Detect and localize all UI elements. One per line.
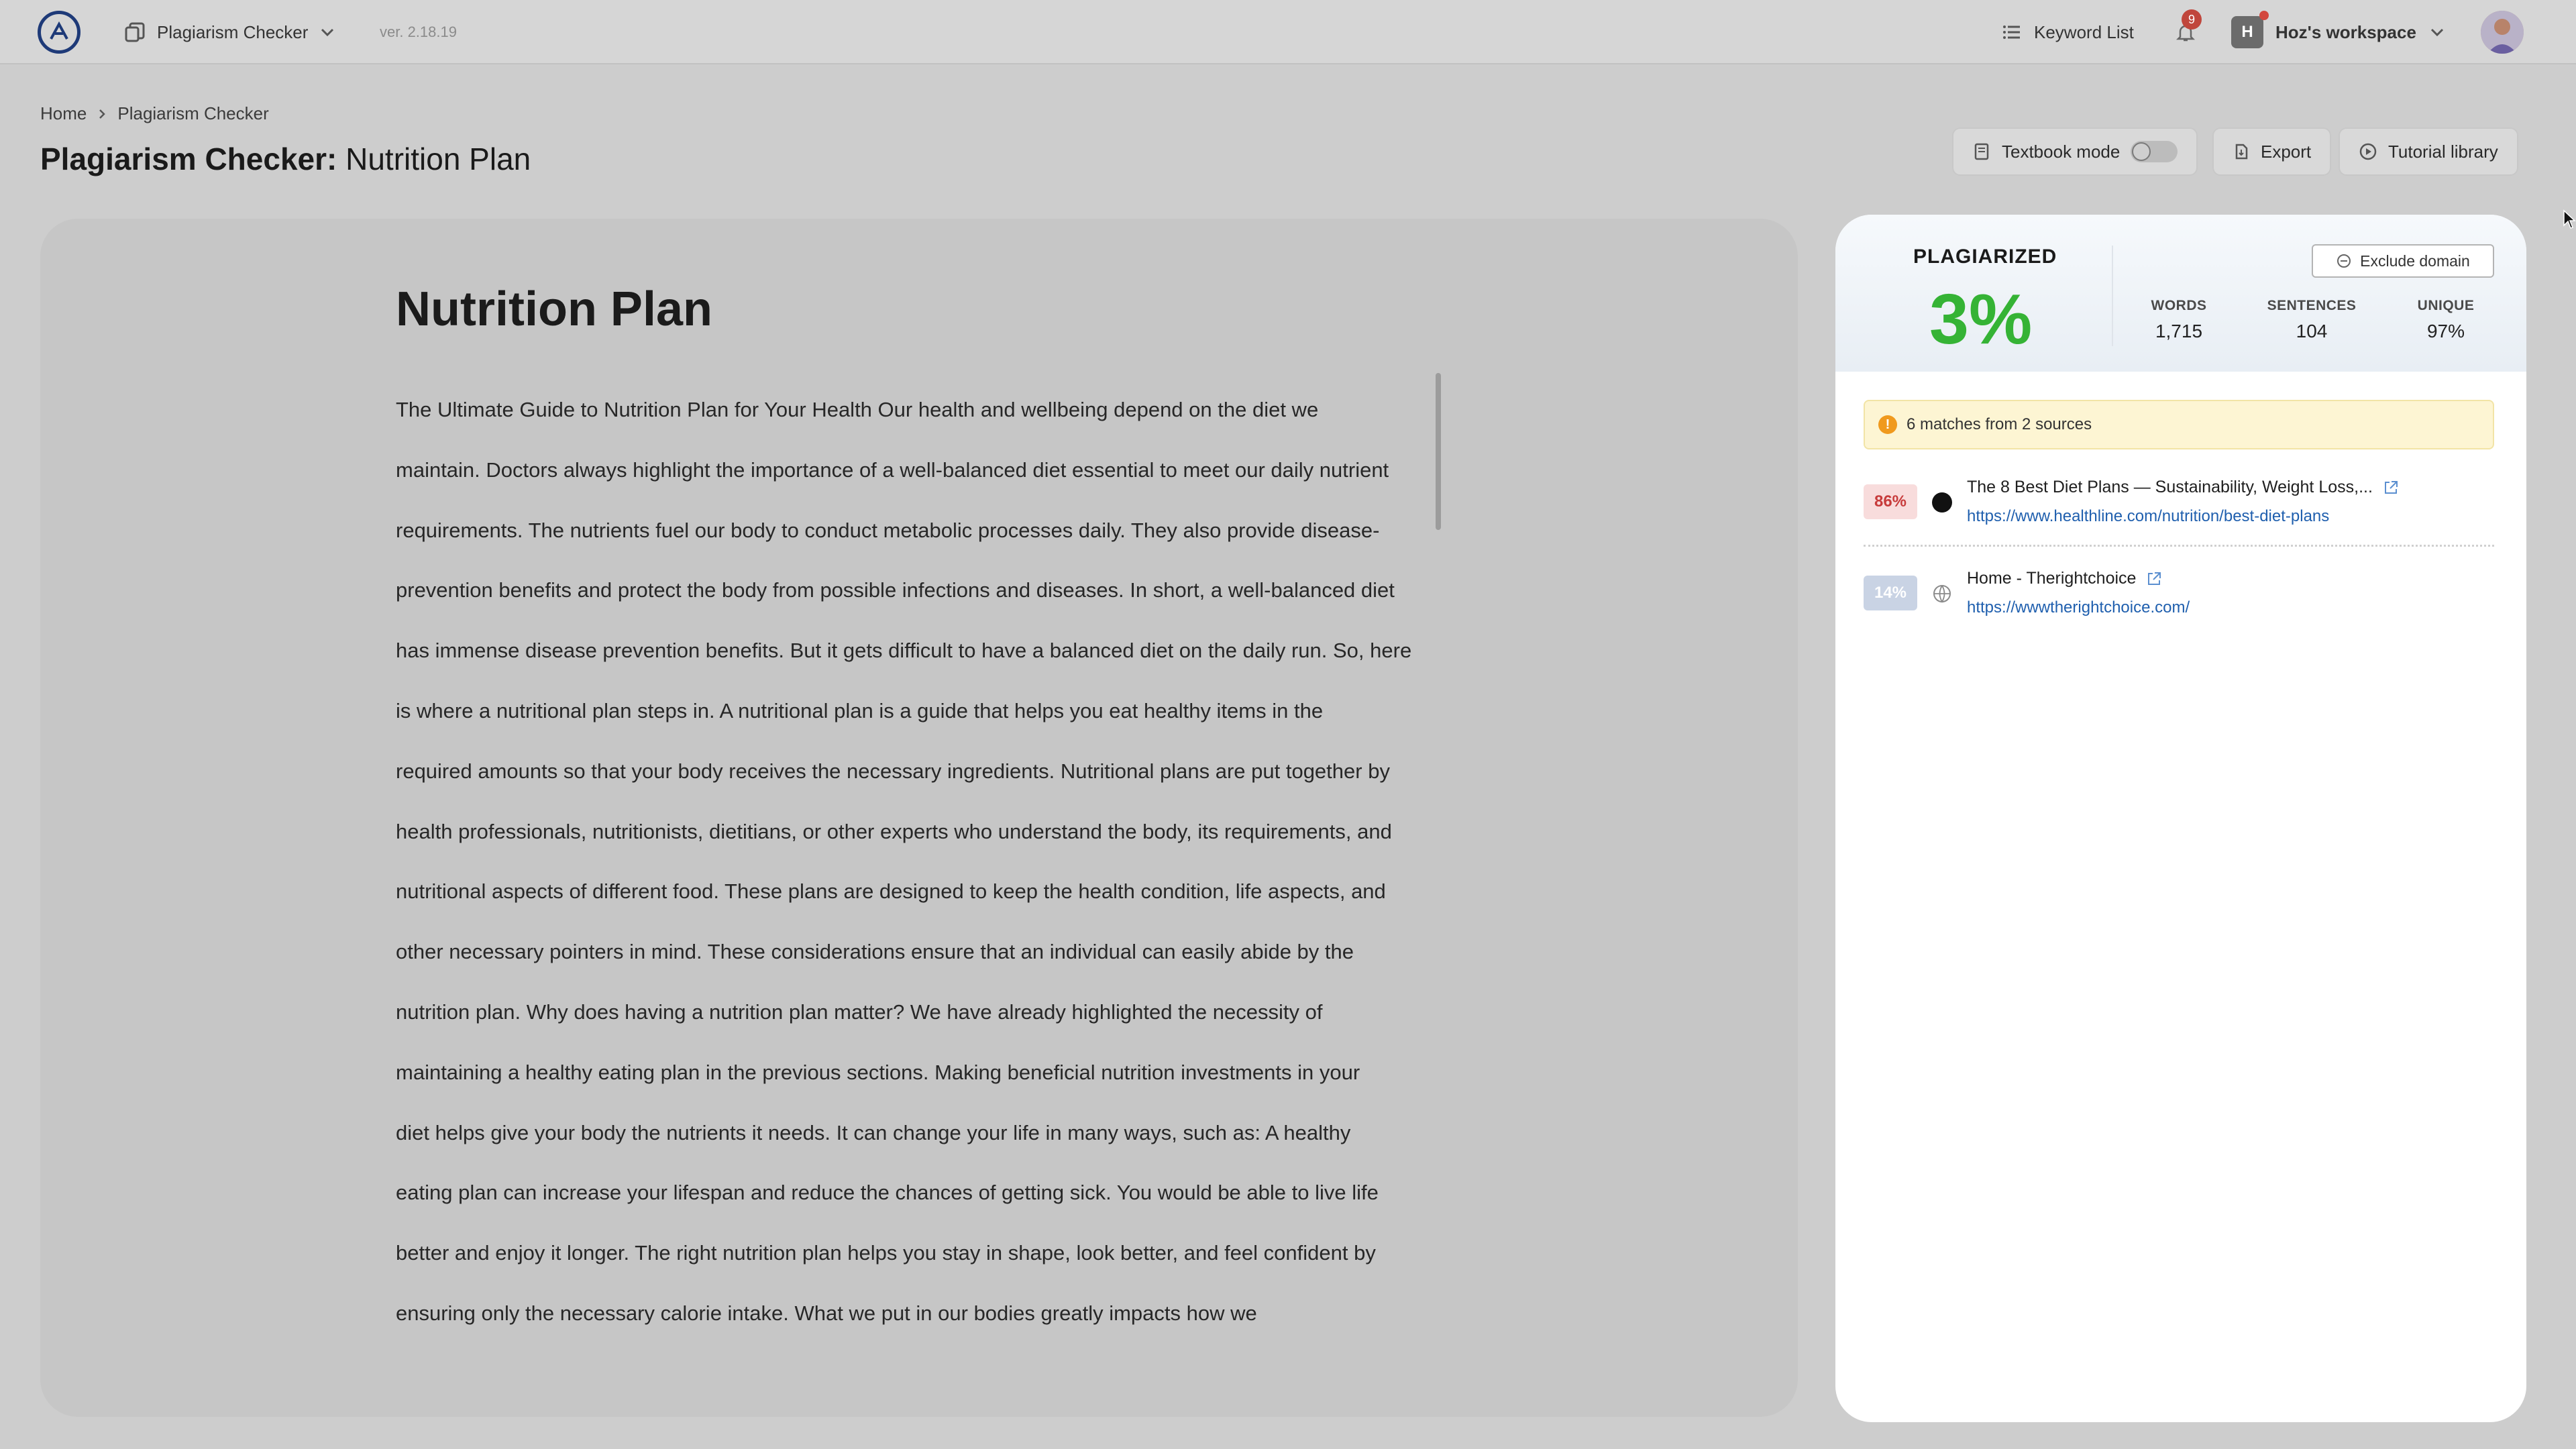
user-avatar[interactable] [2481,11,2524,54]
export-icon [2235,144,2248,160]
workspace-selector[interactable]: H Hoz's workspace [2231,0,2446,64]
tutorial-library-label: Tutorial library [2388,141,2498,162]
plagiarism-checker-icon [125,22,145,42]
unique-value: 97% [2426,321,2465,341]
document-line: required amounts so that your body recei… [396,759,1390,783]
matches-summary-text: 6 matches from 2 sources [1907,415,2092,433]
chevron-down-icon [2430,28,2443,37]
unique-label: UNIQUE [2417,298,2475,313]
document-line: other necessary pointers in mind. These … [396,940,1354,964]
version-label: ver. 2.18.19 [380,23,457,40]
document-line: diet helps give your body the nutrients … [396,1120,1351,1144]
page-title: Plagiarism Checker: Nutrition Plan [40,141,531,177]
sentences-stat: SENTENCES 104 [2265,298,2359,342]
notifications-button[interactable] [2171,0,2200,64]
mouse-cursor-icon [2563,209,2576,229]
words-value: 1,715 [2155,321,2203,341]
document-line: prevention benefits and protect the body… [396,578,1395,602]
keyword-list-label: Keyword List [2034,21,2134,42]
chevron-right-icon [99,109,106,119]
source-title[interactable]: The 8 Best Diet Plans — Sustainability, … [1967,478,2400,497]
workspace-status-dot [2259,11,2269,20]
document-line: requirements. The nutrients fuel our bod… [396,518,1380,542]
workspace-initial: H [2241,23,2253,41]
document-line: health professionals, nutritionists, die… [396,819,1392,843]
page-title-prefix: Plagiarism Checker: [40,142,337,176]
results-summary: PLAGIARIZED 3% WORDS 1,715 SENTENCES 104… [1835,215,2526,372]
healthline-favicon-icon [1932,492,1952,513]
breadcrumb-current: Plagiarism Checker [117,103,269,123]
source-percent-badge: 86% [1864,484,1917,519]
keyword-list-button[interactable]: Keyword List [2002,0,2134,64]
warning-icon: ! [1878,415,1897,434]
page-title-name: Nutrition Plan [345,142,531,176]
exclude-domain-label: Exclude domain [2360,252,2470,270]
matches-summary: ! 6 matches from 2 sources [1864,400,2494,449]
toggle-knob [2132,142,2151,161]
plagiarized-label: PLAGIARIZED [1913,246,2057,268]
app-logo-icon [38,11,80,54]
breadcrumb-home[interactable]: Home [40,103,87,124]
export-button[interactable]: Export [2212,127,2332,176]
source-item[interactable]: 86% The 8 Best Diet Plans — Sustainabili… [1864,478,2494,547]
document-line: ensuring only the necessary calorie inta… [396,1301,1257,1325]
source-url[interactable]: https://www.healthline.com/nutrition/bes… [1967,507,2329,526]
source-title-text: Home - Therightchoice [1967,569,2137,588]
tutorial-library-button[interactable]: Tutorial library [2339,127,2518,176]
plagiarized-value: 3% [1929,280,2033,359]
textbook-mode-switch[interactable] [2131,141,2178,162]
exclude-domain-button[interactable]: Exclude domain [2312,244,2494,278]
minus-circle-icon [2337,254,2351,268]
play-circle-icon [2359,143,2377,160]
source-percent-badge: 14% [1864,576,1917,610]
breadcrumb: Home Plagiarism Checker [40,103,269,124]
summary-divider [2112,246,2113,346]
document-line: nutritional aspects of different food. T… [396,879,1386,904]
textbook-mode-label: Textbook mode [2002,141,2121,162]
document-title: Nutrition Plan [396,282,712,336]
words-label: WORDS [2151,298,2207,313]
document-line: better and enjoy it longer. The right nu… [396,1241,1376,1265]
sentences-label: SENTENCES [2267,298,2357,313]
workspace-name: Hoz's workspace [2275,21,2416,42]
unique-stat: UNIQUE 97% [2399,298,2493,342]
document-line: maintaining a healthy eating plan in the… [396,1060,1360,1084]
top-bar: Plagiarism Checker ver. 2.18.19 Keyword … [0,0,2576,64]
document-line: nutrition plan. Why does having a nutrit… [396,1000,1323,1024]
document-scrollbar[interactable] [1436,373,1441,530]
document-line: eating plan can increase your lifespan a… [396,1181,1379,1205]
app-logo[interactable] [38,0,80,64]
source-title[interactable]: Home - Therightchoice [1967,569,2163,588]
document-line: has immense disease prevention benefits.… [396,639,1412,663]
chevron-down-icon [321,28,334,37]
results-panel: PLAGIARIZED 3% WORDS 1,715 SENTENCES 104… [1835,215,2526,1422]
app-selector-label: Plagiarism Checker [157,21,309,42]
source-separator [1864,545,2494,547]
book-icon [1974,143,1989,160]
workspace-avatar: H [2231,11,2269,48]
source-title-text: The 8 Best Diet Plans — Sustainability, … [1967,478,2373,496]
document-line: The Ultimate Guide to Nutrition Plan for… [396,398,1319,421]
export-label: Export [2261,141,2312,162]
words-stat: WORDS 1,715 [2132,298,2226,342]
document-line: is where a nutritional plan steps in. A … [396,698,1324,722]
list-icon [2003,25,2020,39]
app-selector[interactable]: Plagiarism Checker [123,0,336,64]
sentences-value: 104 [2296,321,2328,341]
notification-count-badge: 9 [2182,9,2202,30]
source-item[interactable]: 14% Home - Therightchoice https://wwwthe… [1864,569,2494,639]
globe-icon [1933,585,1951,603]
textbook-mode-toggle[interactable]: Textbook mode [1952,127,2198,176]
source-url[interactable]: https://wwwtherightchoice.com/ [1967,598,2190,617]
document-line: maintain. Doctors always highlight the i… [396,458,1389,482]
external-link-icon[interactable] [2382,479,2400,496]
external-link-icon[interactable] [2145,570,2163,588]
document-body[interactable]: The Ultimate Guide to Nutrition Plan for… [396,380,1442,1344]
